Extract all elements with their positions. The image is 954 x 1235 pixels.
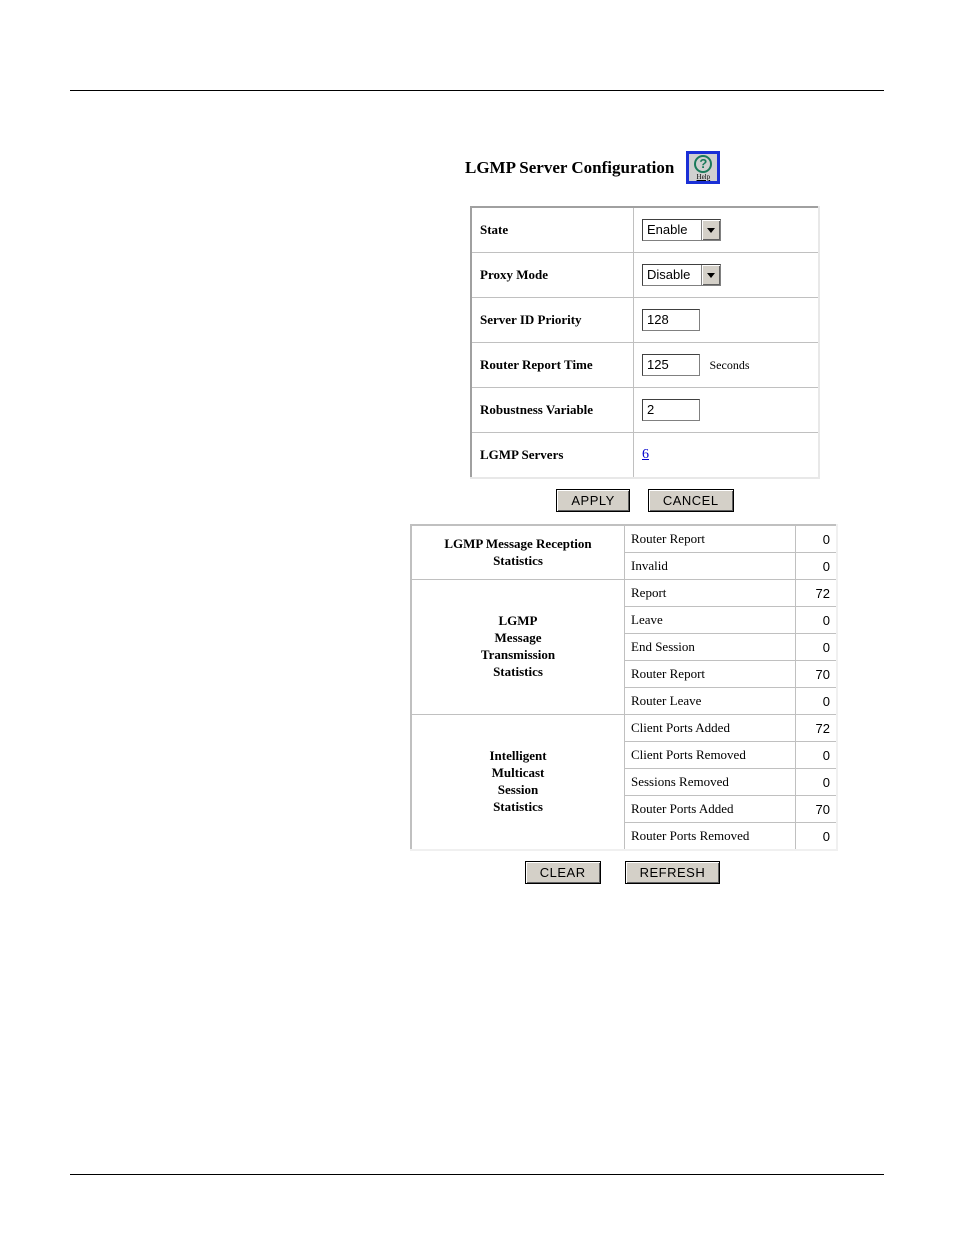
stat-name: Client Ports Added [625, 715, 796, 742]
stat-name: Report [625, 580, 796, 607]
config-table: State Enable Proxy Mode Disable Server I… [470, 206, 820, 479]
router-report-time-unit: Seconds [710, 358, 750, 372]
label-state: State [471, 207, 634, 253]
stat-value: 0 [796, 769, 838, 796]
stat-name: Router Ports Added [625, 796, 796, 823]
clear-button[interactable]: CLEAR [525, 861, 601, 884]
chevron-down-icon [701, 265, 720, 285]
label-router-report-time: Router Report Time [471, 343, 634, 388]
help-icon-label: Help [697, 174, 711, 181]
stat-value: 70 [796, 661, 838, 688]
stat-value: 0 [796, 607, 838, 634]
stat-value: 72 [796, 580, 838, 607]
server-id-priority-input[interactable]: 128 [642, 309, 700, 331]
help-icon: ? [694, 155, 712, 173]
page-title: LGMP Server Configuration [465, 158, 674, 178]
label-server-id-priority: Server ID Priority [471, 298, 634, 343]
robustness-variable-input[interactable]: 2 [642, 399, 700, 421]
stat-name: Router Report [625, 525, 796, 553]
stats-header-line: Intelligent [489, 748, 546, 763]
stat-value: 0 [796, 634, 838, 661]
stat-value: 70 [796, 796, 838, 823]
label-robustness-variable: Robustness Variable [471, 388, 634, 433]
state-select[interactable]: Enable [642, 219, 721, 241]
stat-name: Router Report [625, 661, 796, 688]
proxy-mode-select-value: Disable [643, 265, 701, 285]
stat-value: 72 [796, 715, 838, 742]
stats-header-transmission: LGMP Message Transmission Statistics [411, 580, 625, 715]
stats-header-line: Message [495, 630, 542, 645]
stat-name: Router Ports Removed [625, 823, 796, 851]
stats-header-reception: LGMP Message Reception Statistics [411, 525, 625, 580]
stats-header-line: Transmission [481, 647, 555, 662]
stats-header-line: LGMP [499, 613, 538, 628]
stats-header-line: Statistics [493, 664, 543, 679]
stat-value: 0 [796, 823, 838, 851]
stats-header-line: Multicast [492, 765, 545, 780]
stat-name: Sessions Removed [625, 769, 796, 796]
state-select-value: Enable [643, 220, 701, 240]
help-button[interactable]: ? Help [686, 151, 720, 184]
stat-name: End Session [625, 634, 796, 661]
stat-name: Leave [625, 607, 796, 634]
stat-value: 0 [796, 525, 838, 553]
stats-header-line: Session [498, 782, 538, 797]
lgmp-servers-link[interactable]: 6 [642, 447, 649, 462]
proxy-mode-select[interactable]: Disable [642, 264, 721, 286]
router-report-time-input[interactable]: 125 [642, 354, 700, 376]
stat-value: 0 [796, 742, 838, 769]
stats-header-line: Statistics [493, 799, 543, 814]
stat-value: 0 [796, 553, 838, 580]
label-lgmp-servers: LGMP Servers [471, 433, 634, 479]
stats-table: LGMP Message Reception Statistics Router… [410, 524, 838, 851]
stat-name: Invalid [625, 553, 796, 580]
chevron-down-icon [701, 220, 720, 240]
refresh-button[interactable]: REFRESH [625, 861, 721, 884]
stat-name: Router Leave [625, 688, 796, 715]
stat-name: Client Ports Removed [625, 742, 796, 769]
stat-value: 0 [796, 688, 838, 715]
label-proxy-mode: Proxy Mode [471, 253, 634, 298]
apply-button[interactable]: APPLY [556, 489, 629, 512]
cancel-button[interactable]: CANCEL [648, 489, 734, 512]
stats-header-intelligent: Intelligent Multicast Session Statistics [411, 715, 625, 851]
